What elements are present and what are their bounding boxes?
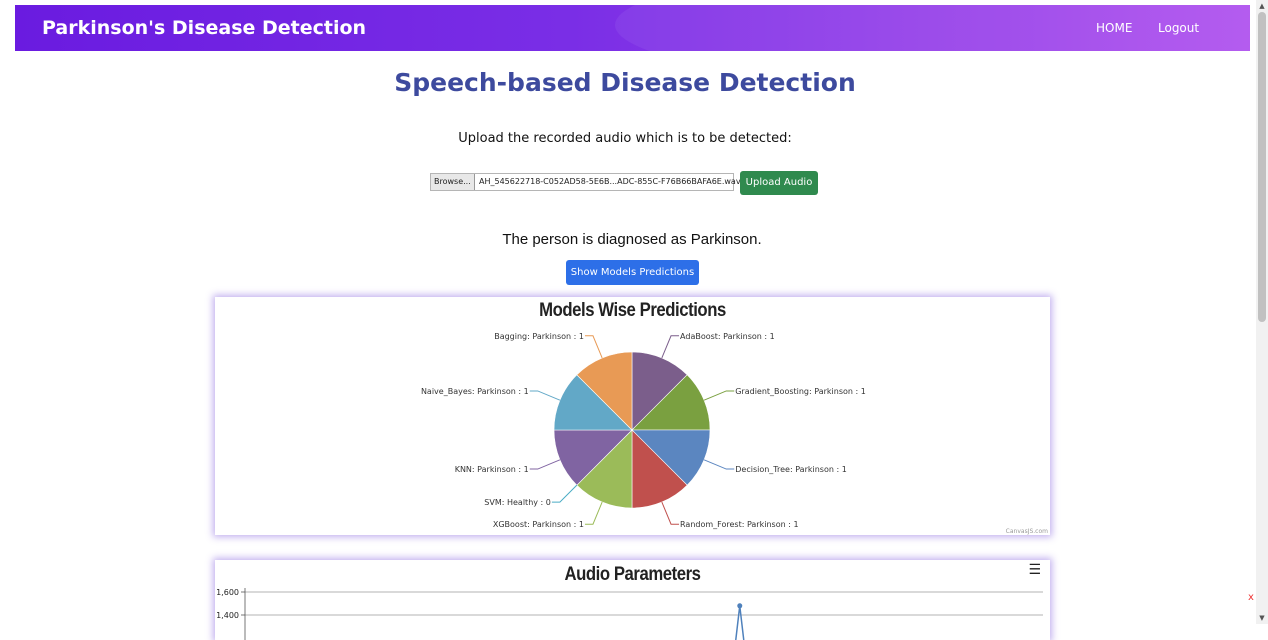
pie-label: XGBoost: Parkinson : 1: [493, 520, 584, 529]
diagnosis-text: The person is diagnosed as Parkinson.: [502, 231, 762, 248]
pie-label-connector: [529, 390, 561, 401]
page-scrollbar[interactable]: ▲ ▼: [1256, 0, 1268, 624]
pie-label-connector: [529, 459, 561, 470]
pie-label-connector: [584, 335, 603, 359]
navbar: Parkinson's Disease Detection HOME Logou…: [15, 5, 1250, 51]
line-series: [735, 605, 745, 640]
pie-label-connector: [584, 501, 603, 525]
pie-label: SVM: Healthy : 0: [484, 498, 551, 507]
file-input[interactable]: Browse... AH_545622718-C052AD58-5E6B...A…: [430, 173, 741, 191]
pie-label: AdaBoost: Parkinson : 1: [680, 332, 775, 341]
audio-parameters-chart: Audio Parameters ☰ 1,600 1,400: [215, 560, 1050, 640]
upload-audio-button[interactable]: Upload Audio: [740, 171, 818, 195]
brand-title[interactable]: Parkinson's Disease Detection: [42, 17, 366, 39]
pie-label-connector: [551, 484, 578, 503]
pie-label-connector: [661, 335, 680, 359]
close-icon[interactable]: x: [1248, 592, 1254, 603]
chart-credit[interactable]: CanvasJS.com: [1006, 528, 1048, 535]
pie-label-connector: [703, 390, 735, 401]
nav-logout-link[interactable]: Logout: [1158, 21, 1199, 35]
pie-label: Random_Forest: Parkinson : 1: [680, 520, 799, 529]
y-tick-label: 1,400: [216, 611, 239, 620]
scroll-up-icon[interactable]: ▲: [1256, 1, 1268, 11]
pie-label: Bagging: Parkinson : 1: [494, 332, 584, 341]
line-point[interactable]: [737, 603, 743, 609]
line-chart-svg: 1,600 1,400: [216, 588, 1043, 640]
pie-label: Gradient_Boosting: Parkinson : 1: [735, 387, 866, 396]
page-title: Speech-based Disease Detection: [394, 68, 856, 97]
browse-button[interactable]: Browse...: [431, 174, 475, 190]
upload-label: Upload the recorded audio which is to be…: [458, 131, 792, 146]
scroll-thumb[interactable]: [1258, 12, 1266, 322]
nav-home-link[interactable]: HOME: [1096, 21, 1132, 35]
pie-label-connector: [703, 459, 735, 470]
show-models-predictions-button[interactable]: Show Models Predictions: [566, 260, 699, 285]
scroll-down-icon[interactable]: ▼: [1256, 613, 1268, 623]
navbar-decoration: [615, 5, 1250, 51]
pie-label: Naive_Bayes: Parkinson : 1: [421, 387, 529, 396]
pie-chart-svg: AdaBoost: Parkinson : 1 Gradient_Boosting…: [421, 332, 866, 529]
pie-label: KNN: Parkinson : 1: [455, 465, 529, 474]
file-name: AH_545622718-C052AD58-5E6B...ADC-855C-F7…: [479, 177, 741, 186]
models-predictions-chart: Models Wise Predictions AdaBoost: Parkin…: [215, 297, 1050, 535]
y-tick-label: 1,600: [216, 588, 239, 597]
pie-label: Decision_Tree: Parkinson : 1: [735, 465, 847, 474]
pie-label-connector: [661, 501, 680, 525]
